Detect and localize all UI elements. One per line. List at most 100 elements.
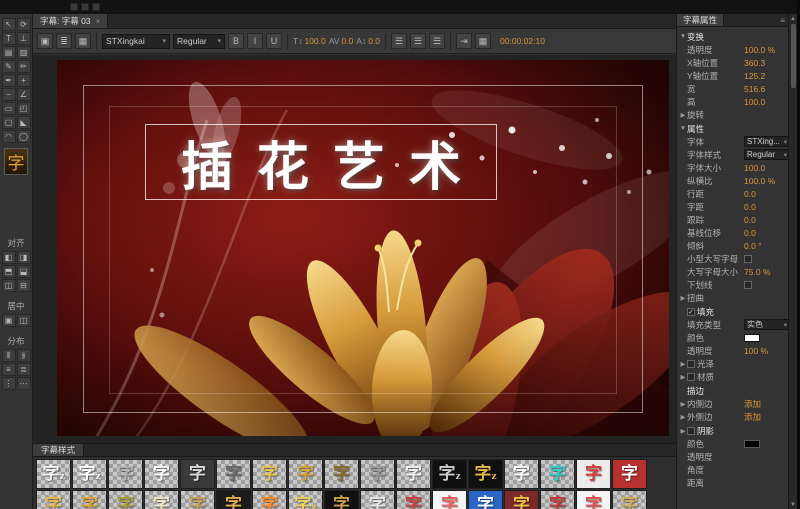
title-text-object[interactable]: 插花艺术 [145, 124, 497, 200]
leading-value[interactable]: 0.0 [368, 36, 380, 46]
style-swatch[interactable]: 字 [468, 490, 503, 509]
property-checkbox[interactable] [687, 359, 695, 368]
font-size-value[interactable]: 100.0 [304, 36, 325, 46]
font-size-control[interactable]: T↕ 100.0 [293, 36, 326, 46]
vertical-path-type-tool[interactable]: ✏ [16, 60, 31, 73]
align-left-button[interactable]: ◧ [1, 251, 16, 264]
style-swatch[interactable]: 字z [468, 459, 503, 489]
new-title-button[interactable]: ▣ [37, 33, 53, 49]
property-row[interactable]: ▶ 阴影 [677, 424, 788, 437]
align-top-button[interactable]: ⬒ [1, 265, 16, 278]
area-type-tool[interactable]: ▤ [1, 46, 16, 59]
align-hcenter-button[interactable]: ◫ [1, 279, 16, 292]
property-value[interactable]: 125.2 [744, 71, 786, 81]
scroll-down-icon[interactable]: ▼ [790, 500, 796, 509]
style-swatch[interactable]: 字 [576, 490, 611, 509]
tab-stops-button[interactable]: ⇥ [456, 33, 473, 49]
style-swatch[interactable]: 字 [576, 459, 611, 489]
property-row[interactable]: 基线位移 0.0 [677, 226, 788, 239]
style-swatch[interactable]: 字 [612, 459, 647, 489]
arc-tool[interactable]: ◠ [1, 130, 16, 143]
style-swatch[interactable]: 字 [396, 459, 431, 489]
property-value[interactable] [744, 439, 760, 448]
pen-tool[interactable]: ✒ [1, 74, 16, 87]
add-anchor-point-tool[interactable]: + [16, 74, 31, 87]
property-value[interactable]: 100.0 [744, 97, 786, 107]
disclosure-triangle-icon[interactable]: ▶ [679, 400, 687, 408]
align-left-button[interactable]: ☰ [391, 33, 408, 49]
style-swatch[interactable]: 字 [180, 459, 215, 489]
style-swatch[interactable]: 字 [108, 490, 143, 509]
disclosure-triangle-icon[interactable]: ▶ [679, 373, 687, 381]
disclosure-triangle-icon[interactable]: ▶ [679, 360, 687, 368]
property-checkbox[interactable] [687, 426, 695, 435]
property-row[interactable]: 字体 STXing... [677, 135, 790, 148]
disclosure-triangle-icon[interactable]: ▼ [679, 33, 687, 40]
style-swatch[interactable]: 字 [144, 490, 179, 509]
property-value[interactable]: Regular [744, 149, 790, 160]
style-swatch[interactable]: 字z [432, 459, 467, 489]
properties-scrollbar[interactable]: ▲ ▼ [788, 14, 797, 509]
property-row[interactable]: ▶ 材质 [677, 370, 788, 383]
align-center-button[interactable]: ☰ [410, 33, 427, 49]
style-swatch[interactable]: 字 [324, 459, 359, 489]
property-value[interactable]: 516.6 [744, 84, 786, 94]
property-value[interactable]: STXing... [744, 136, 790, 147]
align-vcenter-button[interactable]: ⊟ [16, 279, 31, 292]
style-swatch[interactable]: 字 [216, 459, 251, 489]
rotation-tool[interactable]: ⟳ [16, 18, 31, 31]
style-swatch[interactable]: 字z [72, 459, 107, 489]
property-row[interactable]: 距离 [677, 476, 788, 489]
property-row[interactable]: 透明度 100 % [677, 344, 788, 357]
style-swatch[interactable]: 字 [180, 490, 215, 509]
property-row[interactable]: 颜色 [677, 437, 788, 450]
underline-button[interactable]: U [266, 33, 282, 49]
font-preview-swatch[interactable]: 字 [4, 148, 28, 175]
property-row[interactable]: 小型大写字母 [677, 252, 788, 265]
property-row[interactable]: 字体样式 Regular [677, 148, 790, 161]
style-swatch[interactable]: 字 [144, 459, 179, 489]
convert-anchor-point-tool[interactable]: ∠ [16, 88, 31, 101]
scroll-up-icon[interactable]: ▲ [790, 14, 796, 23]
distribute-vcenter-button[interactable]: ≣ [16, 363, 31, 376]
property-row[interactable]: 字距 0.0 [677, 200, 788, 213]
center-vertical-button[interactable]: ◫ [16, 314, 31, 327]
style-swatch[interactable]: 字 [252, 490, 287, 509]
property-row[interactable]: ▼ 属性 [677, 122, 788, 135]
property-value[interactable] [744, 280, 752, 289]
property-row[interactable]: X轴位置 360.3 [677, 56, 788, 69]
property-row[interactable]: ▶ 扭曲 [677, 291, 788, 304]
roll-crawl-options-button[interactable]: ≣ [56, 33, 72, 49]
disclosure-triangle-icon[interactable]: ▶ [679, 413, 687, 421]
property-value[interactable] [744, 254, 752, 263]
path-type-tool[interactable]: ✎ [1, 60, 16, 73]
vertical-area-type-tool[interactable]: ▥ [16, 46, 31, 59]
align-right-button[interactable]: ☰ [429, 33, 446, 49]
property-checkbox[interactable] [687, 372, 695, 381]
property-row[interactable]: 透明度 100.0 % [677, 43, 788, 56]
property-row[interactable]: 宽 516.6 [677, 82, 788, 95]
property-row[interactable]: 大写字母大小 75.0 % [677, 265, 788, 278]
align-right-button[interactable]: ◨ [16, 251, 31, 264]
style-swatch[interactable]: 字 [504, 490, 539, 509]
ellipse-tool[interactable]: ◯ [16, 130, 31, 143]
tab-title-properties[interactable]: 字幕属性 [677, 14, 725, 26]
property-value[interactable]: 0.0 ° [744, 241, 786, 251]
property-row[interactable]: 颜色 [677, 331, 788, 344]
property-row[interactable]: 倾斜 0.0 ° [677, 239, 788, 252]
timecode-display[interactable]: 00:00:02:10 [500, 36, 545, 46]
property-row[interactable]: ▶ 旋转 [677, 108, 788, 121]
distribute-right-button[interactable]: ⫵ [16, 349, 31, 362]
distribute-vspace-button[interactable]: ⋮ [1, 377, 16, 390]
title-canvas[interactable]: 插花艺术 [57, 60, 669, 436]
align-bottom-button[interactable]: ⬓ [16, 265, 31, 278]
disclosure-triangle-icon[interactable]: ▼ [679, 125, 687, 132]
property-row[interactable]: 行距 0.0 [677, 187, 788, 200]
property-value[interactable]: 添加 [744, 398, 786, 410]
show-background-video-button[interactable]: ▦ [475, 33, 492, 49]
bold-button[interactable]: B [228, 33, 244, 49]
type-tool[interactable]: T [1, 32, 16, 45]
style-swatch[interactable]: 字z [288, 490, 323, 509]
selection-tool[interactable]: ↖ [1, 18, 16, 31]
property-value[interactable]: 实色 [744, 319, 790, 330]
